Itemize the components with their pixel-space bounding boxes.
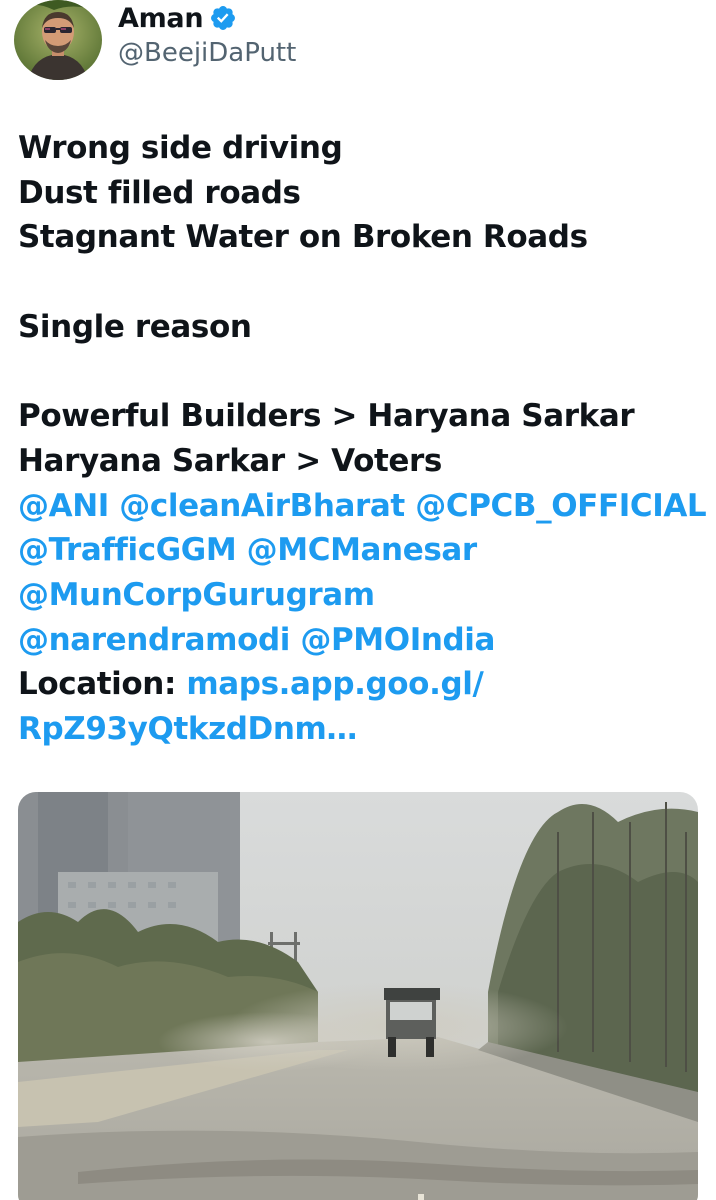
tweet-text: Wrong side driving Dust filled roads Sta… [18, 126, 708, 752]
mention-link[interactable]: @TrafficGGM [18, 532, 237, 568]
mention-link[interactable]: @MCManesar [247, 532, 478, 568]
mentions-line: @narendramodi @PMOIndia [18, 618, 708, 663]
mention-link[interactable]: @ANI [18, 488, 109, 524]
tweet-line: Wrong side driving [18, 130, 343, 166]
mention-link[interactable]: @narendramodi [18, 622, 290, 658]
tweet-line: Single reason [18, 308, 252, 345]
mention-link[interactable]: @cleanAirBharat [119, 488, 405, 524]
display-name-row: Aman [118, 0, 296, 36]
mention-link[interactable]: @MunCorpGurugram [18, 577, 375, 613]
location-link-continued[interactable]: RpZ93yQtkzdDnm… [18, 711, 357, 747]
location-label: Location: [18, 666, 176, 703]
display-name[interactable]: Aman [118, 3, 204, 34]
location-link[interactable]: maps.app.goo.gl/ [186, 666, 483, 702]
mentions-line: @TrafficGGM @MCManesar [18, 528, 708, 573]
mentions-line: @ANI @cleanAirBharat @CPCB_OFFICIAL [18, 484, 708, 529]
location-line: RpZ93yQtkzdDnm… [18, 707, 708, 752]
tweet: Aman @BeejiDaPutt Wrong side driving Dus… [0, 0, 716, 1200]
author-names: Aman @BeejiDaPutt [118, 0, 296, 69]
tweet-line: Stagnant Water on Broken Roads [18, 219, 588, 256]
location-line: Location: maps.app.goo.gl/ [18, 662, 708, 707]
mentions-line: @MunCorpGurugram [18, 573, 708, 618]
tweet-header: Aman @BeejiDaPutt [14, 0, 704, 82]
mention-link[interactable]: @CPCB_OFFICIAL [415, 488, 706, 524]
tweet-media-image[interactable] [18, 792, 698, 1200]
tweet-line: Haryana Sarkar > Voters [18, 442, 442, 479]
verified-badge-icon[interactable] [209, 4, 237, 32]
avatar[interactable] [14, 0, 102, 80]
tweet-line: Dust filled roads [18, 174, 301, 211]
tweet-line: Powerful Builders > Haryana Sarkar [18, 398, 635, 435]
mention-link[interactable]: @PMOIndia [300, 622, 495, 658]
author-handle[interactable]: @BeejiDaPutt [118, 38, 296, 68]
